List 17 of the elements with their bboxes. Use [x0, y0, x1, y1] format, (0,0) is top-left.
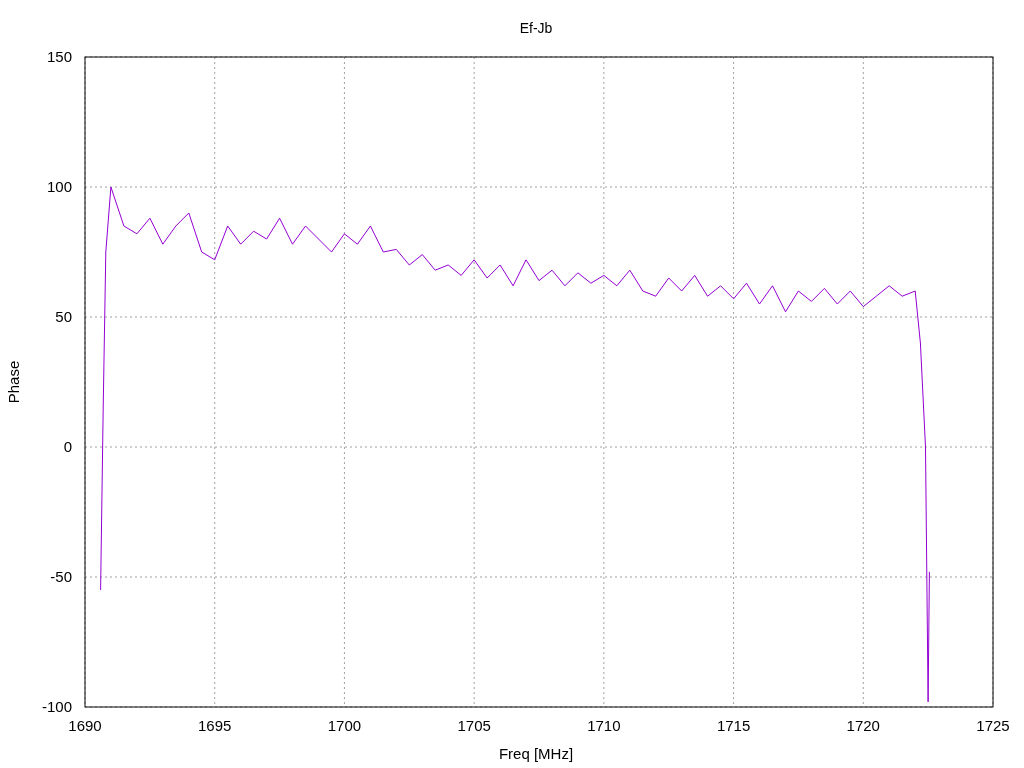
chart-title: Ef-Jb	[519, 20, 553, 36]
x-tick-label: 1720	[846, 717, 880, 734]
y-tick-label: -100	[41, 698, 72, 715]
x-tick-label: 1695	[198, 717, 232, 734]
y-tick-label: -50	[50, 568, 72, 585]
y-tick-label: 150	[46, 48, 72, 65]
x-tick-label: 1690	[68, 717, 102, 734]
y-tick-label: 50	[55, 308, 72, 325]
x-tick-label: 1705	[457, 717, 491, 734]
x-axis-label: Freq [MHz]	[498, 745, 574, 762]
y-tick-label: 0	[63, 438, 72, 455]
x-tick-label: 1715	[716, 717, 751, 734]
y-axis-label: Phase	[5, 360, 22, 404]
x-tick-label: 1725	[976, 717, 1010, 734]
y-tick-label: 100	[46, 178, 72, 195]
x-tick-label: 1710	[587, 717, 621, 734]
x-tick-label: 1700	[327, 717, 362, 734]
